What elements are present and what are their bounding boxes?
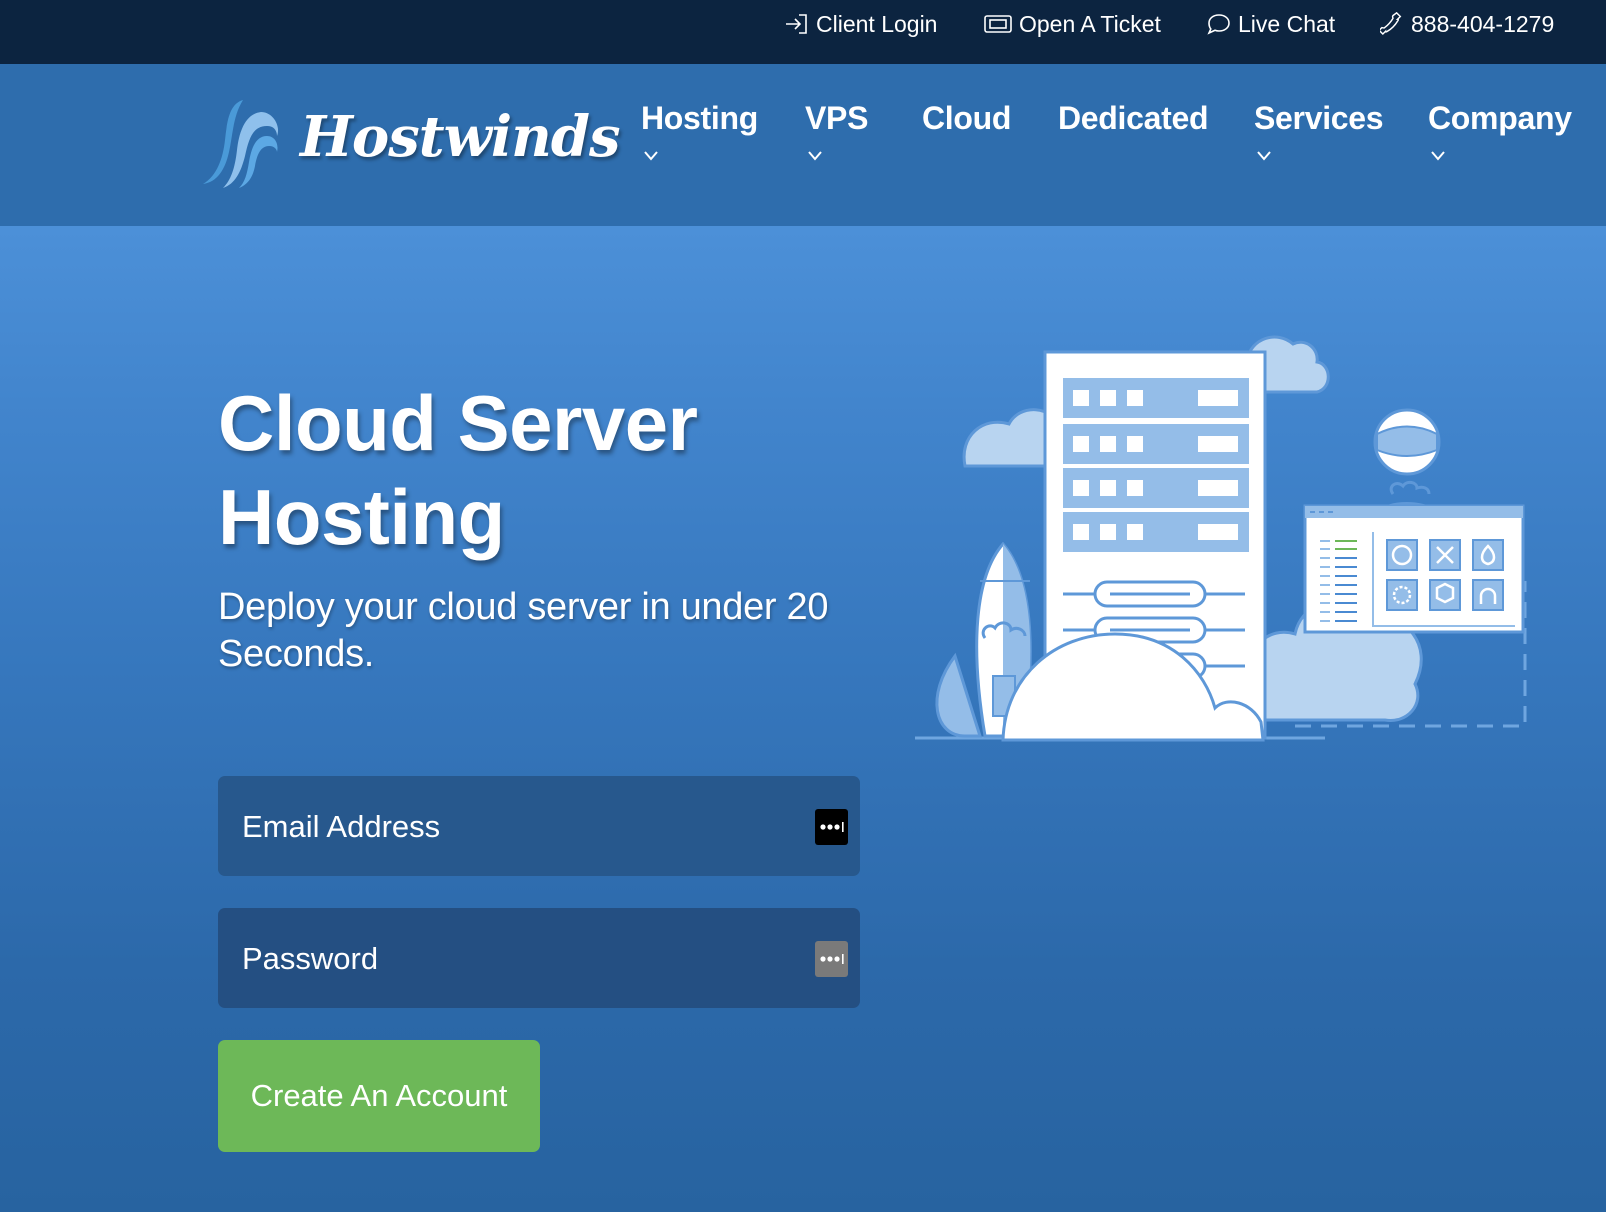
wordpress-icon xyxy=(1386,539,1418,571)
nav-label-hosting: Hosting xyxy=(641,100,758,136)
spinner-app-icon xyxy=(1386,579,1418,611)
hostwinds-logo[interactable]: Hostwinds xyxy=(195,96,621,196)
email-placeholder: Email Address xyxy=(242,809,441,844)
password-placeholder: Password xyxy=(242,941,379,976)
ticket-icon xyxy=(984,15,1012,33)
chat-bubble-icon xyxy=(1207,14,1230,35)
chevron-down-icon xyxy=(1257,151,1271,161)
open-ticket-link[interactable]: Open A Ticket xyxy=(984,9,1161,39)
live-chat-label: Live Chat xyxy=(1238,10,1336,37)
cloud-server-illustration xyxy=(915,335,1527,742)
nav-label-company: Company xyxy=(1428,100,1572,136)
chevron-down-icon xyxy=(808,151,822,161)
password-manager-icon[interactable] xyxy=(815,809,848,845)
hero-section: Cloud Server Hosting Deploy your cloud s… xyxy=(0,226,1606,1212)
chevron-down-icon xyxy=(644,151,658,161)
nav-item-vps[interactable]: VPS xyxy=(805,100,868,161)
hero-subtitle: Deploy your cloud server in under 20 Sec… xyxy=(218,586,829,675)
open-ticket-label: Open A Ticket xyxy=(1019,10,1161,37)
openvpn-icon xyxy=(1472,579,1504,611)
client-login-link[interactable]: Client Login xyxy=(785,9,937,39)
main-navbar: Hostwinds Hosting VPS Cloud Dedicated Se… xyxy=(0,64,1606,226)
client-login-label: Client Login xyxy=(816,10,938,37)
nav-item-dedicated[interactable]: Dedicated xyxy=(1058,100,1209,137)
password-field[interactable]: Password xyxy=(218,908,860,1008)
live-chat-link[interactable]: Live Chat xyxy=(1207,9,1335,39)
nav-label-services: Services xyxy=(1254,100,1384,136)
password-manager-icon[interactable] xyxy=(815,941,848,977)
wind-waves-logo-icon xyxy=(203,100,279,188)
brand-name: Hostwinds xyxy=(300,104,621,170)
chevron-down-icon xyxy=(1431,151,1445,161)
nav-item-cloud[interactable]: Cloud xyxy=(922,100,1011,137)
phone-link[interactable]: 888-404-1279 xyxy=(1380,9,1554,39)
create-account-button[interactable]: Create An Account xyxy=(218,1040,540,1152)
login-arrow-icon xyxy=(786,14,807,34)
nav-item-services[interactable]: Services xyxy=(1254,100,1384,161)
control-panel-icon xyxy=(1303,504,1525,634)
nav-item-company[interactable]: Company xyxy=(1428,100,1572,161)
email-field[interactable]: Email Address xyxy=(218,776,860,876)
nav-label-cloud: Cloud xyxy=(922,100,1012,136)
phone-icon xyxy=(1380,12,1402,36)
nav-item-hosting[interactable]: Hosting xyxy=(641,100,758,161)
nav-label-dedicated: Dedicated xyxy=(1058,100,1209,136)
hero-title: Cloud Server Hosting xyxy=(218,379,698,561)
top-utility-bar: Client Login Open A Ticket Live Chat 888… xyxy=(0,0,1606,64)
phone-number: 888-404-1279 xyxy=(1411,10,1555,37)
nav-label-vps: VPS xyxy=(805,100,869,136)
